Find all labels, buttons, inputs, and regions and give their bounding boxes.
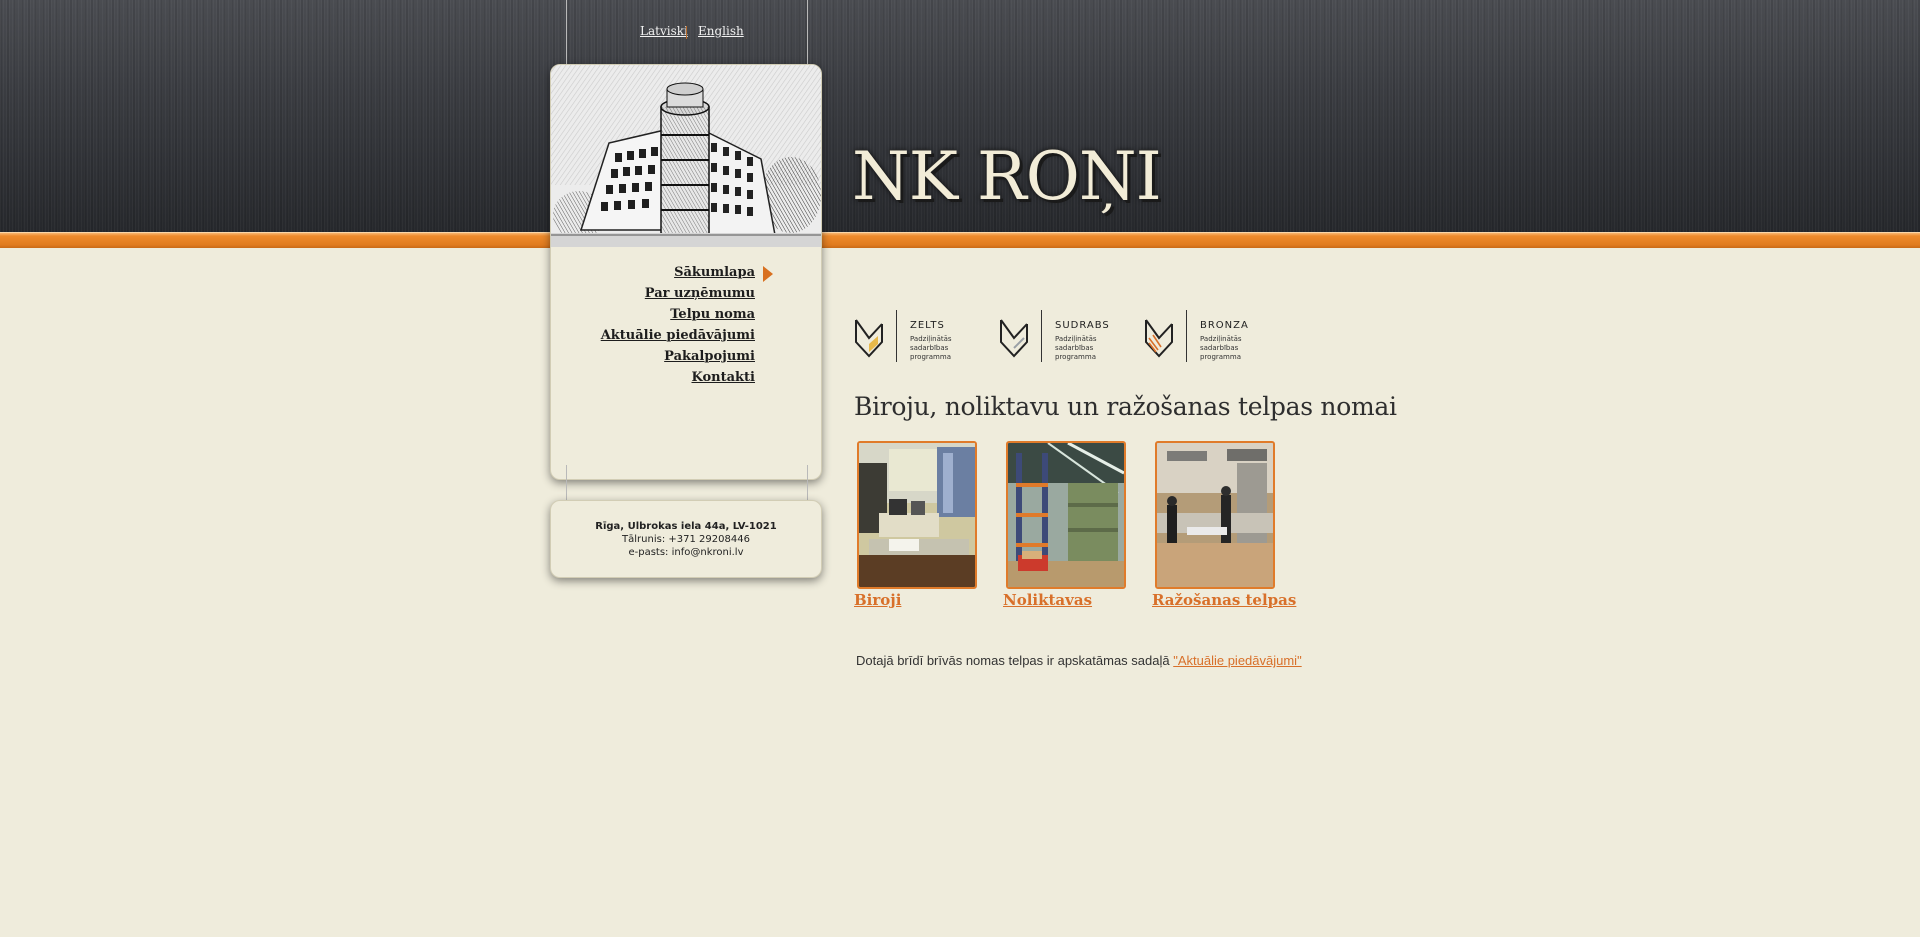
nav-item-home[interactable]: Sākumlapa [674, 265, 755, 280]
contact-email: e-pasts: info@nkroni.lv [628, 547, 744, 558]
badge-divider [1041, 310, 1042, 362]
production-card[interactable]: Ražošanas telpas [1152, 441, 1296, 609]
language-divider [686, 26, 687, 39]
nav-item-contacts[interactable]: Kontakti [691, 370, 755, 385]
contact-phone: Tālrunis: +371 29208446 [622, 534, 750, 545]
production-link[interactable]: Ražošanas telpas [1152, 591, 1296, 609]
badge-name: BRONZA [1200, 320, 1249, 331]
badge-subtitle: Padziļinātās sadarbības programma [1055, 335, 1097, 361]
availability-notice: Dotajā brīdī brīvās nomas telpas ir apsk… [856, 653, 1302, 668]
silver-shield-icon [1000, 319, 1028, 358]
contact-panel: Rīga, Ulbrokas iela 44a, LV-1021 Tālruni… [550, 500, 822, 578]
nav-item-rental[interactable]: Telpu noma [670, 307, 755, 322]
building-sketch-image [551, 65, 821, 247]
panel-hanger-left [566, 0, 567, 72]
header-accent-stripe [0, 232, 1920, 248]
active-nav-arrow-icon [763, 266, 773, 282]
badge-subtitle: Padziļinātās sadarbības programma [1200, 335, 1242, 361]
page-heading: Biroju, noliktavu un ražošanas telpas no… [854, 392, 1397, 421]
panel-hanger-right [807, 0, 808, 72]
notice-text: Dotajā brīdī brīvās nomas telpas ir apsk… [856, 653, 1174, 668]
bronze-shield-icon [1145, 319, 1173, 358]
badge-divider [1186, 310, 1187, 362]
offices-link[interactable]: Biroji [854, 591, 901, 609]
language-latvian-link[interactable]: Latviski [640, 24, 688, 38]
warehouses-photo[interactable] [1006, 441, 1126, 589]
nav-item-offers[interactable]: Aktuālie piedāvājumi [601, 328, 755, 343]
badge-divider [896, 310, 897, 362]
nav-item-services[interactable]: Pakalpojumi [664, 349, 755, 364]
offices-photo[interactable] [857, 441, 977, 589]
warehouses-link[interactable]: Noliktavas [1003, 591, 1092, 609]
current-offers-link[interactable]: "Aktuālie piedāvājumi" [1173, 653, 1301, 668]
badge-name: ZELTS [910, 320, 945, 331]
contact-address: Rīga, Ulbrokas iela 44a, LV-1021 [595, 521, 777, 532]
warehouses-card[interactable]: Noliktavas [1003, 441, 1126, 609]
sidebar-panel: Sākumlapa Par uzņēmumu Telpu noma Aktuāl… [550, 64, 822, 480]
site-logo[interactable]: NK ROŅI [852, 138, 1162, 215]
gold-shield-icon [855, 319, 883, 358]
production-photo[interactable] [1155, 441, 1275, 589]
badge-gold: ZELTS Padziļinātās sadarbības programma [854, 310, 994, 364]
language-english-link[interactable]: English [698, 24, 744, 38]
nav-item-about[interactable]: Par uzņēmumu [645, 286, 755, 301]
badge-name: SUDRABS [1055, 320, 1110, 331]
badge-bronze: BRONZA Padziļinātās sadarbības programma [1144, 310, 1284, 364]
badge-subtitle: Padziļinātās sadarbības programma [910, 335, 952, 361]
badge-silver: SUDRABS Padziļinātās sadarbības programm… [999, 310, 1139, 364]
offices-card[interactable]: Biroji [854, 441, 977, 609]
